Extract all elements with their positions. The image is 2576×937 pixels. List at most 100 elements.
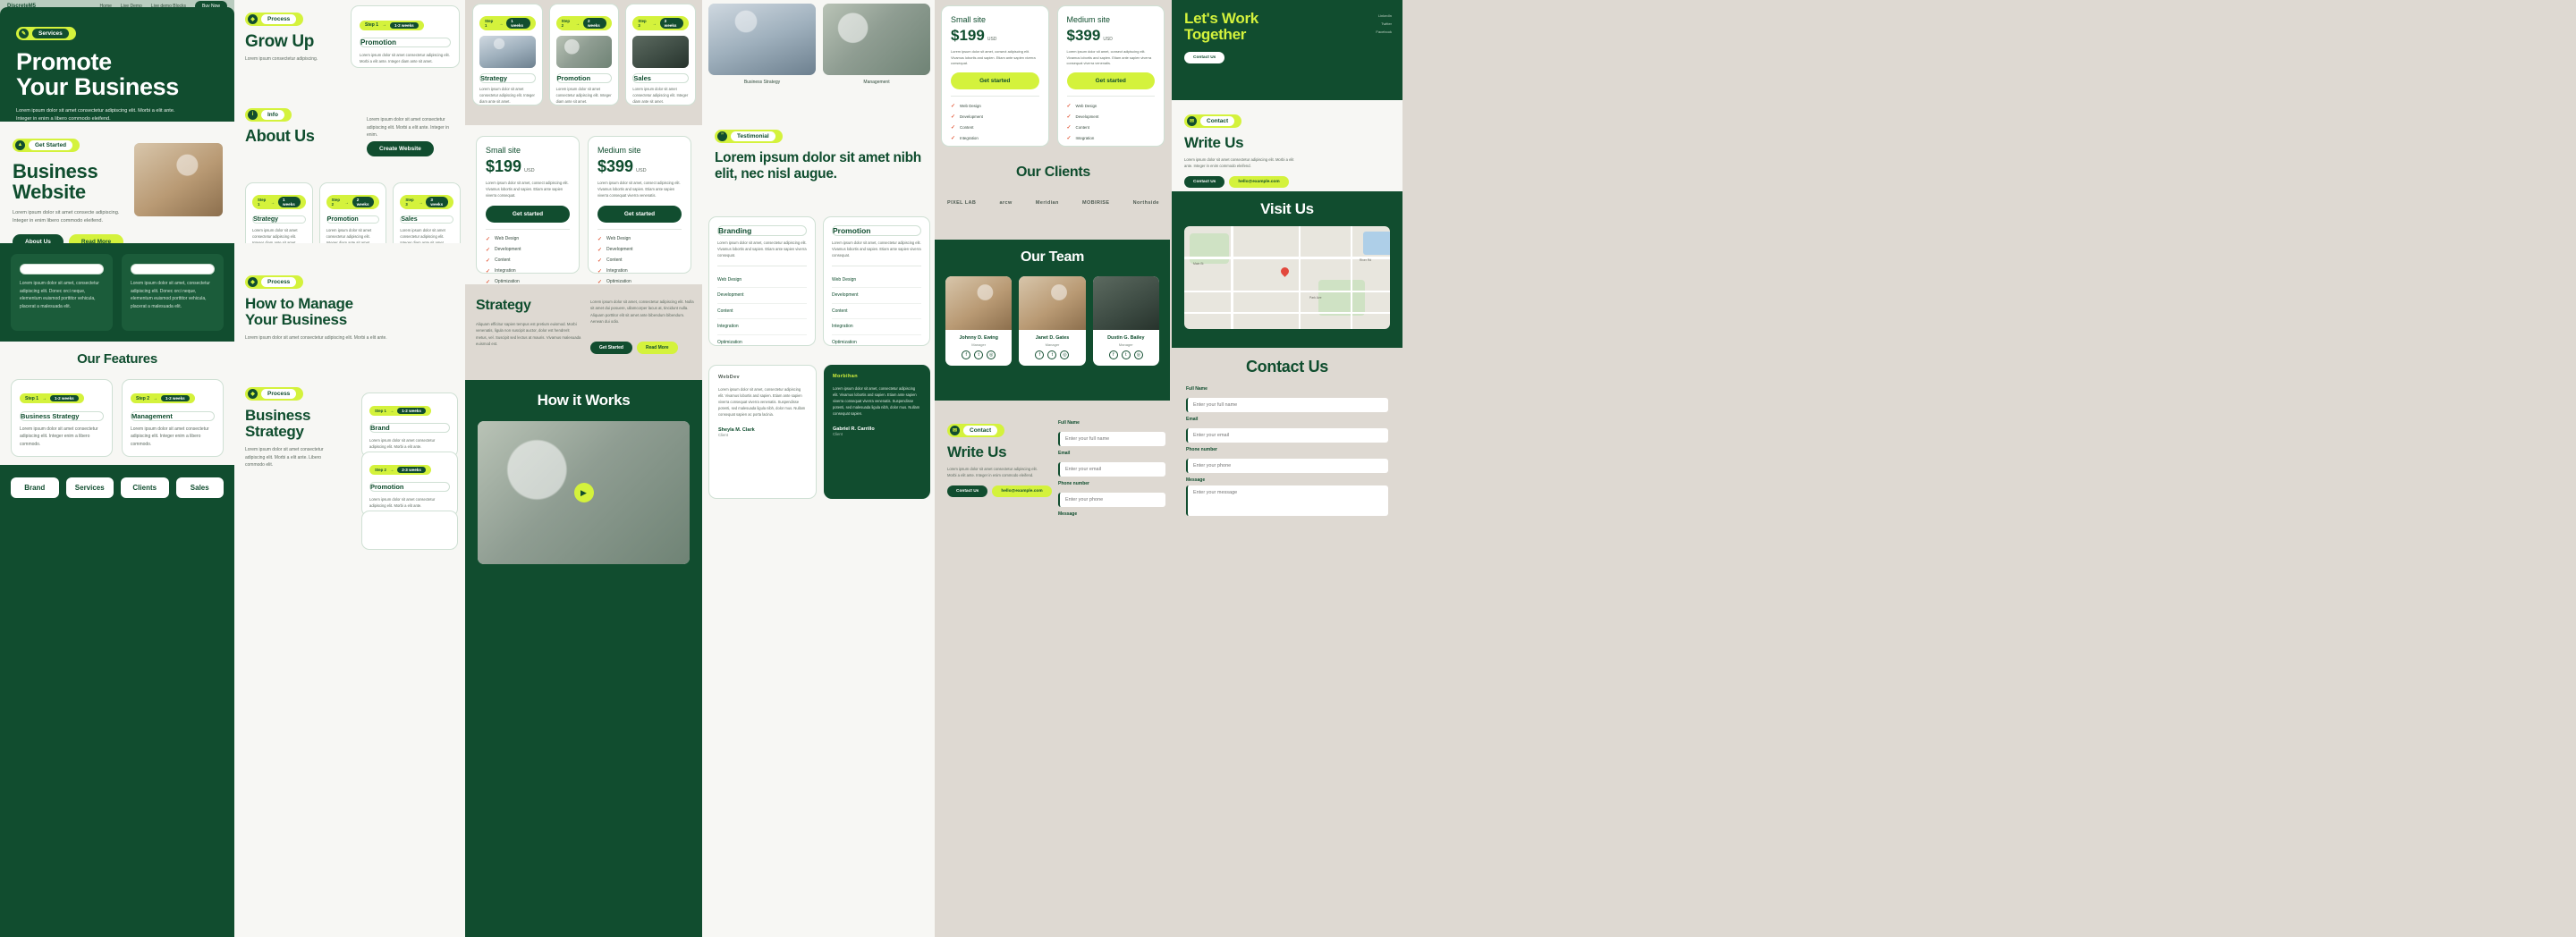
service-row: Optimization [717,339,742,345]
contact-phone-input[interactable] [1186,459,1388,474]
pricing-get-started-button[interactable]: Get started [597,205,682,223]
screenshot-canvas: DiscreteM5 Home Live Demo Live demo Bloc… [0,0,2576,937]
create-website-button[interactable]: Create Website [367,141,434,156]
twitter-icon[interactable]: t [1047,350,1057,359]
email-input[interactable] [1058,462,1165,477]
contact-email-input[interactable] [1186,428,1388,443]
check-icon: ✓ [951,124,956,131]
pricing-get-started-button[interactable]: Get started [951,72,1039,89]
lets-work-line2: Together [1184,26,1247,44]
contact-message-input[interactable] [1186,485,1388,517]
divider [951,95,1039,97]
check-icon: ✓ [486,268,491,274]
grow-up-subtitle: Lorem ipsum consectetur adipiscing. [245,56,318,63]
phone-input[interactable] [1058,493,1165,507]
strategy-read-more-button[interactable]: Read More [636,342,678,354]
feature-label: Content [606,257,623,264]
tab-clients[interactable]: Clients [121,477,169,498]
visit-us-map[interactable]: Main St Park Ave River Rd [1184,226,1390,330]
feature-label: Web Design [606,236,631,242]
instagram-icon[interactable]: ◎ [1133,350,1143,359]
lets-work-link-facebook[interactable]: Facebook [1376,29,1392,37]
arrow-icon: → [575,21,580,26]
step-label: Step 2 [561,19,570,28]
business-website-section: ▲ Get Started Business Website Lorem ips… [0,122,234,243]
play-icon[interactable]: ▶ [573,483,594,503]
service-row: Integration [717,319,807,335]
full-name-input[interactable] [1058,432,1165,446]
pricing-get-started-button[interactable]: Get started [1066,72,1155,89]
pricing-feature: ✓ Integration [486,268,570,274]
lets-work-contact-button[interactable]: Contact Us [1184,52,1225,64]
write-us-contact-button[interactable]: Contact Us [947,485,988,498]
team-member-name: Johnny D. Ewing [959,334,998,341]
about-us-button[interactable]: About Us [13,233,64,243]
htm-line1: How to Manage [245,295,353,312]
step-label: Step 2 [136,395,150,401]
weeks-label: 1-2 weeks [161,395,190,402]
twitter-icon[interactable]: t [1121,350,1131,359]
about-step-body: Lorem ipsum dolor sit amet consectetur a… [400,228,445,243]
client-logos: PIXEL LAB arcw Meridian MOBIRISE Northsi… [947,200,1159,206]
about-step-title: Strategy [252,215,306,224]
check-icon: ✓ [951,114,956,120]
feature-label: Content [960,124,974,130]
about-us-section: i Info About Us Lorem ipsum dolor sit am… [242,100,461,243]
process-icon: ◆ [248,277,258,287]
tab-services[interactable]: Services [65,477,114,498]
about-step-title: Promotion [326,215,380,224]
business-website-badge[interactable]: ▲ Get Started [13,138,80,152]
write-us-contact-button[interactable]: Contact Us [1184,176,1225,189]
field-label: Email [1058,451,1071,456]
arrow-icon: → [382,22,387,28]
write-us-badge[interactable]: ✉ Contact [947,424,1005,437]
grow-up-badge[interactable]: ◆ Process [245,13,304,26]
write-us-badge[interactable]: ✉ Contact [1184,114,1242,128]
check-icon: ✓ [951,135,956,141]
rocket-icon: ▲ [15,139,25,150]
how-to-manage-badge[interactable]: ◆ Process [245,275,304,289]
lets-work-link-linkedin[interactable]: LinkedIn [1376,13,1392,21]
pricing-card-name: Small site [951,15,987,24]
hero-badge[interactable]: ✎ Services [16,27,76,40]
write-us-email-button[interactable]: hello@example.com [1229,176,1289,189]
how-it-works-video[interactable]: ▶ [478,421,690,565]
tab-sales[interactable]: Sales [175,477,224,498]
tab-label: Services [74,484,105,492]
twitter-icon[interactable]: t [974,350,984,359]
feature-step-body: Lorem ipsum dolor sit amet consectetur a… [131,426,209,447]
facebook-icon[interactable]: f [1108,350,1118,359]
team-socials: f t ◎ [1022,350,1081,359]
lets-work-line1: Let's Work [1184,10,1258,27]
testimonial-badge[interactable]: ” Testimonial [715,129,783,143]
testimonial-cards-section: WebDev Lorem ipsum dolor sit amet, conse… [708,365,930,499]
write-us-email-button[interactable]: hello@example.com [992,485,1052,498]
tab-brand[interactable]: Brand [11,477,59,498]
step-label: Step 2 [375,468,386,472]
weeks-label: 1 weeks [506,18,530,29]
business-website-badge-label: Get Started [29,139,73,150]
business-strategy-badge-label: Process [261,389,297,399]
business-website-body: Lorem ipsum dolor sit amet consecte adip… [13,210,120,224]
about-step-title: Sales [400,215,454,224]
step-badge: Step 1 → 1-2 weeks [360,20,424,30]
read-more-button[interactable]: Read More [68,233,124,243]
team-photo [1019,275,1086,330]
pricing-feature: ✓ Content [597,257,682,264]
instagram-icon[interactable]: ◎ [987,350,996,359]
lets-work-section: Let's Work Together Contact Us LinkedIn … [1172,0,1402,100]
instagram-icon[interactable]: ◎ [1060,350,1070,359]
features-tabs-bar: Brand Services Clients Sales [0,465,234,937]
check-icon: ✓ [486,247,491,253]
facebook-icon[interactable]: f [962,350,971,359]
strategy-get-started-button[interactable]: Get Started [590,342,632,354]
facebook-icon[interactable]: f [1035,350,1045,359]
service-column-title: Promotion [832,225,921,236]
business-strategy-badge[interactable]: ◆ Process [245,387,304,401]
about-us-badge[interactable]: i Info [245,107,292,122]
testimonial-card: Morbihan Lorem ipsum dolor sit amet, con… [824,365,930,499]
check-icon: ✓ [1066,124,1072,131]
pricing-get-started-button[interactable]: Get started [486,205,570,223]
contact-full-name-input[interactable] [1186,398,1388,413]
lets-work-link-twitter[interactable]: Twitter [1376,21,1392,29]
